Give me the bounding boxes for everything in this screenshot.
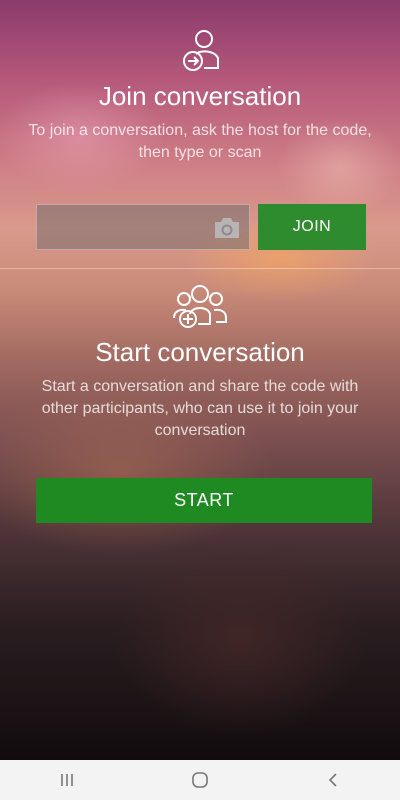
person-join-icon bbox=[0, 28, 400, 74]
code-input[interactable] bbox=[37, 205, 207, 249]
join-button[interactable]: JOIN bbox=[258, 204, 366, 250]
section-divider bbox=[0, 268, 400, 269]
join-title: Join conversation bbox=[98, 81, 302, 111]
start-title: Start conversation bbox=[95, 337, 305, 367]
system-navbar bbox=[0, 760, 400, 800]
camera-icon[interactable] bbox=[213, 216, 241, 240]
start-button[interactable]: START bbox=[36, 478, 372, 523]
start-section: Start conversation Start a conversation … bbox=[0, 284, 400, 442]
app-screen: Join conversation To join a conversation… bbox=[0, 0, 400, 760]
join-section: Join conversation To join a conversation… bbox=[0, 28, 400, 164]
join-row: JOIN bbox=[36, 204, 366, 250]
home-icon[interactable] bbox=[180, 760, 220, 800]
start-description: Start a conversation and share the code … bbox=[41, 378, 359, 439]
recent-apps-icon[interactable] bbox=[47, 760, 87, 800]
back-icon[interactable] bbox=[313, 760, 353, 800]
code-field[interactable] bbox=[36, 204, 250, 250]
join-description: To join a conversation, ask the host for… bbox=[28, 122, 372, 161]
group-add-icon bbox=[0, 284, 400, 330]
